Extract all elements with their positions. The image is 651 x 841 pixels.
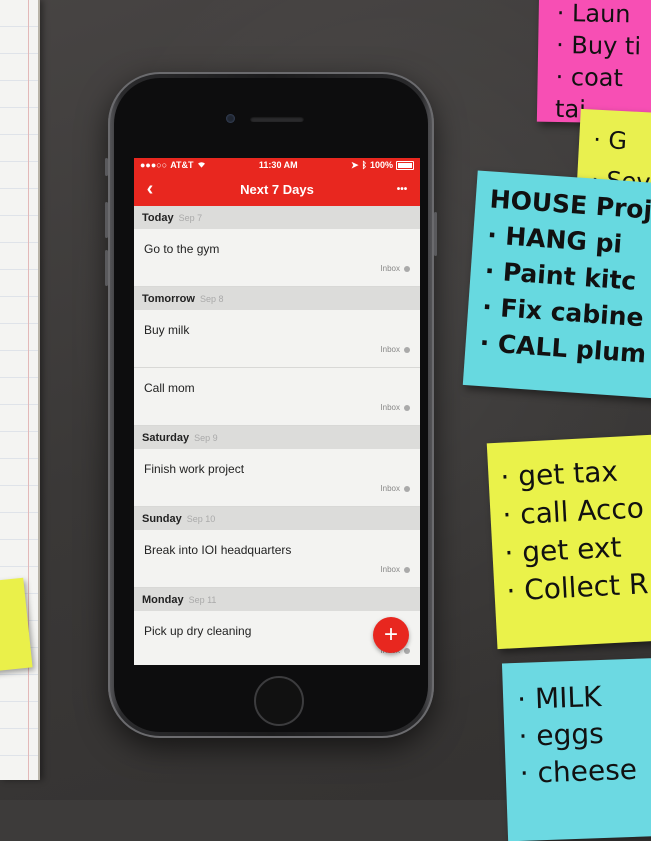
day-name: Sunday	[142, 512, 182, 525]
app-screen: ●●●○○ AT&T 11:30 AM ➤ ᛒ 100% ‹ Next 7 Da…	[134, 158, 420, 665]
task-title: Go to the gym	[144, 242, 220, 256]
day-date: Sep 7	[178, 212, 203, 223]
plus-icon: +	[383, 621, 398, 648]
task-row[interactable]: Go to the gym Inbox	[134, 229, 420, 287]
task-title: Finish work project	[144, 462, 245, 476]
project-dot-icon	[404, 647, 410, 654]
note-line: · cheese	[519, 752, 638, 790]
chevron-left-icon: ‹	[146, 177, 154, 200]
status-bar: ●●●○○ AT&T 11:30 AM ➤ ᛒ 100%	[134, 158, 420, 172]
task-title: Break into IOI headquarters	[144, 543, 292, 557]
note-line: · Laun	[556, 0, 631, 29]
note-line: · G	[592, 125, 628, 156]
note-line: · coat	[555, 62, 624, 93]
mute-switch	[105, 158, 108, 176]
project-dot-icon	[404, 346, 410, 353]
bluetooth-icon: ᛒ	[361, 160, 367, 170]
task-title: Buy milk	[144, 323, 190, 337]
more-icon: •••	[396, 183, 408, 195]
day-date: Sep 8	[199, 293, 224, 304]
project-dot-icon	[404, 404, 410, 411]
task-row[interactable]: Call mom Inbox	[134, 368, 420, 426]
wifi-icon	[197, 160, 206, 170]
home-button[interactable]	[254, 676, 304, 726]
task-project: Inbox	[380, 403, 410, 412]
status-time: 11:30 AM	[258, 160, 298, 170]
battery-percent: 100%	[369, 160, 393, 170]
volume-down-button	[105, 250, 108, 286]
task-project: Inbox	[380, 345, 410, 354]
day-date: Sep 10	[186, 513, 216, 524]
task-project: Inbox	[380, 484, 410, 493]
task-row[interactable]: Break into IOI headquarters Inbox	[134, 530, 420, 588]
back-button[interactable]: ‹	[138, 172, 162, 206]
note-line: · MILK	[516, 680, 602, 716]
sticky-note-pink: · Laun · Buy ti · coat tai	[536, 0, 651, 125]
more-button[interactable]: •••	[390, 172, 414, 206]
task-list: Today Sep 7 Go to the gym Inbox Tomorrow…	[134, 206, 420, 665]
task-row[interactable]: Buy milk Inbox	[134, 310, 420, 368]
nav-bar: ‹ Next 7 Days •••	[134, 172, 420, 206]
phone-face: ●●●○○ AT&T 11:30 AM ➤ ᛒ 100% ‹ Next 7 Da…	[114, 78, 428, 732]
project-label: Inbox	[380, 264, 400, 273]
day-name: Monday	[142, 593, 184, 606]
sticky-note-tax: · get tax · call Acco · get ext · Collec…	[486, 432, 651, 650]
power-button	[434, 212, 437, 256]
project-label: Inbox	[380, 484, 400, 493]
day-header: Sunday Sep 10	[134, 507, 420, 530]
add-task-button[interactable]: +	[373, 617, 409, 653]
task-project: Inbox	[380, 565, 410, 574]
carrier-label: AT&T	[170, 160, 194, 170]
front-camera	[226, 114, 235, 123]
sticky-note-house-projects: HOUSE Proj · HANG pi · Paint kitc · Fix …	[462, 170, 651, 401]
page-title: Next 7 Days	[240, 181, 314, 197]
project-label: Inbox	[380, 565, 400, 574]
earpiece	[250, 116, 304, 122]
day-header: Tomorrow Sep 8	[134, 287, 420, 310]
day-header: Saturday Sep 9	[134, 426, 420, 449]
sticky-note-groceries: · MILK · eggs · cheese	[501, 656, 651, 841]
battery-icon	[396, 160, 414, 170]
project-dot-icon	[404, 566, 410, 573]
project-label: Inbox	[380, 403, 400, 412]
day-date: Sep 11	[188, 594, 217, 605]
note-line: · eggs	[517, 716, 605, 753]
phone: ●●●○○ AT&T 11:30 AM ➤ ᛒ 100% ‹ Next 7 Da…	[105, 72, 437, 738]
note-line: · Buy ti	[555, 30, 642, 61]
project-dot-icon	[404, 485, 410, 492]
task-row[interactable]: Finish work project Inbox	[134, 449, 420, 507]
project-dot-icon	[404, 265, 410, 272]
task-project: Inbox	[380, 264, 410, 273]
day-date: Sep 9	[194, 432, 218, 443]
signal-icon: ●●●○○	[140, 160, 168, 170]
day-name: Saturday	[142, 431, 190, 444]
project-label: Inbox	[380, 345, 400, 354]
day-header: Monday Sep 11	[134, 588, 420, 611]
location-icon: ➤	[351, 159, 359, 170]
volume-up-button	[105, 202, 108, 238]
day-name: Tomorrow	[142, 292, 195, 305]
day-name: Today	[142, 211, 174, 224]
task-title: Call mom	[144, 381, 195, 395]
day-header: Today Sep 7	[134, 206, 420, 229]
task-title: Pick up dry cleaning	[144, 624, 252, 638]
